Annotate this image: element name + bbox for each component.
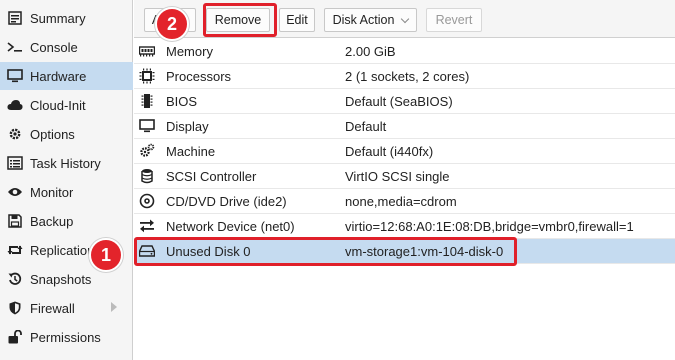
sidebar-item-label: Cloud-Init	[30, 97, 86, 113]
step-number: 1	[100, 244, 111, 265]
hardware-name: SCSI Controller	[166, 169, 257, 184]
hardware-value: 2.00 GiB	[345, 44, 396, 59]
hardware-value: Default (i440fx)	[345, 144, 434, 159]
toolbar: Add Remove Edit Disk Action Revert	[134, 0, 675, 38]
hardware-name: Machine	[166, 144, 216, 159]
disk-action-label: Disk Action	[332, 13, 395, 27]
table-row[interactable]: CD/DVD Drive (ide2) none,media=cdrom	[134, 189, 675, 214]
hardware-name: Network Device (net0)	[166, 219, 295, 234]
hardware-name: Display	[166, 119, 209, 134]
sidebar-item-task-history[interactable]: Task History	[0, 149, 133, 177]
eye-icon	[7, 184, 23, 200]
shield-icon	[7, 300, 23, 316]
step-badge-1: 1	[89, 238, 123, 272]
exchange-icon	[139, 218, 155, 234]
sidebar-item-label: Snapshots	[30, 271, 92, 287]
sidebar-item-label: Options	[30, 126, 75, 142]
table-row[interactable]: Display Default	[134, 114, 675, 139]
desktop-icon	[139, 118, 155, 134]
sidebar-item-label: Backup	[30, 213, 74, 229]
hardware-value: vm-storage1:vm-104-disk-0	[345, 244, 504, 259]
disk-action-button[interactable]: Disk Action	[324, 8, 417, 32]
sidebar-item-permissions[interactable]: Permissions	[0, 323, 133, 351]
table-row[interactable]: BIOS Default (SeaBIOS)	[134, 89, 675, 114]
hardware-name: Unused Disk 0	[166, 244, 251, 259]
table-row[interactable]: Network Device (net0) virtio=12:68:A0:1E…	[134, 214, 675, 239]
remove-label: Remove	[214, 13, 262, 27]
sidebar-item-backup[interactable]: Backup	[0, 207, 133, 235]
sidebar-item-monitor[interactable]: Monitor	[0, 178, 133, 206]
hardware-value: VirtIO SCSI single	[345, 169, 450, 184]
hardware-value: none,media=cdrom	[345, 194, 457, 209]
table-row[interactable]: Machine Default (i440fx)	[134, 139, 675, 164]
hardware-value: 2 (1 sockets, 2 cores)	[345, 69, 470, 84]
memory-icon	[139, 43, 155, 59]
hardware-name: BIOS	[166, 94, 198, 109]
hardware-name: Processors	[166, 69, 232, 84]
cloud-icon	[7, 97, 23, 113]
sidebar-item-label: Hardware	[30, 68, 87, 84]
sidebar-item-hardware[interactable]: Hardware	[0, 62, 133, 90]
step-badge-2: 2	[155, 7, 189, 41]
sidebar-item-label: Permissions	[30, 329, 101, 345]
sidebar-item-firewall[interactable]: Firewall	[0, 294, 133, 322]
hardware-name: CD/DVD Drive (ide2)	[166, 194, 287, 209]
sidebar-item-label: Firewall	[30, 300, 75, 316]
list-icon	[7, 155, 23, 171]
hardware-value: Default (SeaBIOS)	[345, 94, 453, 109]
history-icon	[7, 271, 23, 287]
sidebar-item-cloud-init[interactable]: Cloud-Init	[0, 91, 133, 119]
cogs-icon	[139, 143, 155, 159]
database-icon	[139, 168, 155, 184]
table-row-selected[interactable]: Unused Disk 0 vm-storage1:vm-104-disk-0	[134, 239, 675, 264]
hdd-icon	[139, 243, 155, 259]
edit-label: Edit	[286, 13, 308, 27]
revert-button[interactable]: Revert	[426, 8, 482, 32]
retweet-icon	[7, 242, 23, 258]
revert-label: Revert	[435, 13, 473, 27]
console-icon	[7, 39, 23, 55]
sidebar-item-label: Replication	[30, 242, 95, 258]
chevron-down-icon	[401, 14, 410, 23]
sidebar-item-options[interactable]: Options	[0, 120, 133, 148]
sidebar-item-summary[interactable]: Summary	[0, 4, 133, 32]
step-number: 2	[166, 13, 177, 34]
gear-icon	[7, 126, 23, 142]
sidebar-item-label: Summary	[30, 10, 86, 26]
cdrom-icon	[139, 193, 155, 209]
edit-button[interactable]: Edit	[279, 8, 315, 32]
table-row[interactable]: SCSI Controller VirtIO SCSI single	[134, 164, 675, 189]
sidebar-item-console[interactable]: Console	[0, 33, 133, 61]
table-row[interactable]: Memory 2.00 GiB	[134, 39, 675, 64]
summary-icon	[7, 10, 23, 26]
sidebar-item-label: Task History	[30, 155, 101, 171]
chevron-right-icon[interactable]	[111, 302, 117, 312]
sidebar-item-label: Console	[30, 39, 78, 55]
remove-button[interactable]: Remove	[206, 8, 270, 32]
chip-icon	[139, 93, 155, 109]
hardware-value: virtio=12:68:A0:1E:08:DB,bridge=vmbr0,fi…	[345, 219, 634, 234]
sidebar-item-label: Monitor	[30, 184, 74, 200]
monitor-icon	[7, 68, 23, 84]
cpu-icon	[139, 68, 155, 84]
sidebar-nav: Summary Console Hardware Cloud-Init Opti…	[0, 0, 133, 360]
floppy-icon	[7, 213, 23, 229]
table-row[interactable]: Processors 2 (1 sockets, 2 cores)	[134, 64, 675, 89]
unlock-icon	[7, 329, 23, 345]
hardware-name: Memory	[166, 44, 213, 59]
hardware-value: Default	[345, 119, 387, 134]
